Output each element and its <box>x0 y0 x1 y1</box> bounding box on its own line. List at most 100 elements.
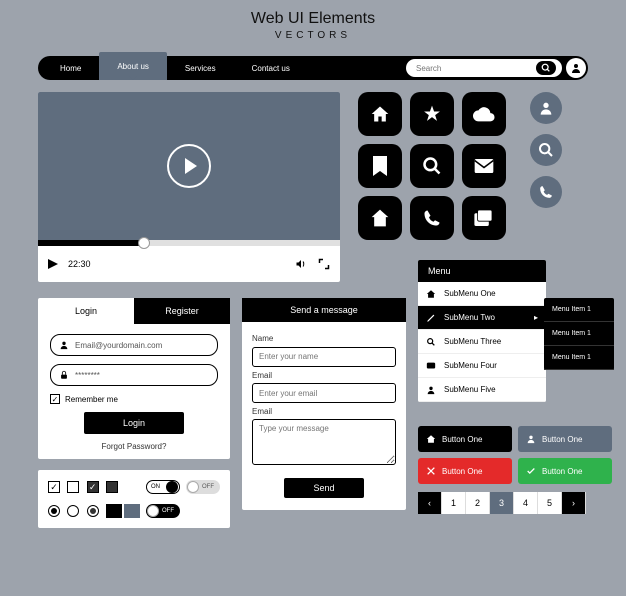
radio-2[interactable] <box>67 505 79 517</box>
star-icon[interactable] <box>410 92 454 136</box>
submenu-1[interactable]: SubMenu One <box>418 282 546 306</box>
remember-label: Remember me <box>65 395 118 404</box>
person-icon <box>59 340 69 350</box>
flyout-menu: Menu Item 1 Menu Item 1 Menu Item 1 <box>544 298 614 370</box>
contact-card: Send a message Name Email Email Send <box>242 298 406 510</box>
check-icon <box>526 466 536 476</box>
radio-3[interactable] <box>87 505 99 517</box>
search-circle-icon[interactable] <box>530 134 562 166</box>
password-placeholder: ******** <box>75 371 100 380</box>
person-icon[interactable] <box>530 92 562 124</box>
toggle-on[interactable]: ON <box>146 480 180 494</box>
phone-icon[interactable] <box>410 196 454 240</box>
submenu-2[interactable]: SubMenu Two▸ <box>418 306 546 330</box>
email-input[interactable] <box>252 383 396 403</box>
checkbox-2[interactable] <box>67 481 79 493</box>
circle-icon-col <box>530 92 562 208</box>
checkbox-1[interactable]: ✓ <box>48 481 60 493</box>
page-5[interactable]: 5 <box>538 492 562 514</box>
video-seekbar[interactable] <box>38 240 340 246</box>
navbar: Home About us Services Contact us <box>38 56 588 80</box>
button-green[interactable]: Button One <box>518 458 612 484</box>
windows-icon[interactable] <box>462 196 506 240</box>
page-3[interactable]: 3 <box>490 492 514 514</box>
search-button[interactable] <box>536 61 556 75</box>
checkbox-4[interactable] <box>106 481 118 493</box>
play-small-icon[interactable] <box>48 259 58 269</box>
search-icon[interactable] <box>410 144 454 188</box>
dropdown-menu: Menu SubMenu One SubMenu Two▸ SubMenu Th… <box>418 260 546 402</box>
fullscreen-icon[interactable] <box>318 258 330 270</box>
page-4[interactable]: 4 <box>514 492 538 514</box>
checkbox-3[interactable]: ✓ <box>87 481 99 493</box>
nav-contact[interactable]: Contact us <box>234 56 308 80</box>
forgot-link[interactable]: Forgot Password? <box>50 442 218 451</box>
contact-title: Send a message <box>242 298 406 322</box>
submenu-4[interactable]: SubMenu Four <box>418 354 546 378</box>
lock-icon <box>59 370 69 380</box>
icon-grid <box>358 92 506 240</box>
email-field[interactable]: Email@yourdomain.com <box>50 334 218 356</box>
home-icon[interactable] <box>358 92 402 136</box>
flyout-item-1[interactable]: Menu Item 1 <box>544 298 614 322</box>
user-avatar[interactable] <box>566 58 586 78</box>
menu-header: Menu <box>418 260 546 282</box>
chevron-right-icon: ▸ <box>534 313 538 322</box>
toggle-off-1[interactable]: OFF <box>186 480 220 494</box>
page-next[interactable]: › <box>562 492 586 514</box>
phone-circle-icon[interactable] <box>530 176 562 208</box>
button-blue[interactable]: Button One <box>518 426 612 452</box>
message-input[interactable] <box>252 419 396 465</box>
login-button[interactable]: Login <box>84 412 184 434</box>
page-subtitle: VECTORS <box>0 30 626 41</box>
cloud-icon[interactable] <box>462 92 506 136</box>
page-1[interactable]: 1 <box>442 492 466 514</box>
video-player: 22:30 <box>38 92 340 282</box>
home-icon <box>426 434 436 444</box>
swatch-blue[interactable] <box>124 504 140 518</box>
name-input[interactable] <box>252 347 396 367</box>
controls-panel: ✓ ✓ ON OFF OFF <box>38 470 230 528</box>
tab-register[interactable]: Register <box>134 298 230 324</box>
volume-icon[interactable] <box>294 258 308 270</box>
mail-icon[interactable] <box>462 144 506 188</box>
swatch-row <box>106 504 140 518</box>
search-box <box>406 59 562 77</box>
house-icon[interactable] <box>358 196 402 240</box>
password-field[interactable]: ******** <box>50 364 218 386</box>
page-title: Web UI Elements <box>0 10 626 28</box>
page-2[interactable]: 2 <box>466 492 490 514</box>
remember-check[interactable]: ✓Remember me <box>50 394 218 404</box>
submenu-3[interactable]: SubMenu Three <box>418 330 546 354</box>
button-red[interactable]: Button One <box>418 458 512 484</box>
nav-services[interactable]: Services <box>167 56 234 80</box>
name-label: Name <box>252 334 396 343</box>
nav-about[interactable]: About us <box>99 52 167 80</box>
search-input[interactable] <box>416 64 536 73</box>
page-prev[interactable]: ‹ <box>418 492 442 514</box>
toggle-off-2[interactable]: OFF <box>146 504 180 518</box>
close-icon <box>426 466 436 476</box>
radio-1[interactable] <box>48 505 60 517</box>
nav-home[interactable]: Home <box>42 56 99 80</box>
swatch-black[interactable] <box>106 504 122 518</box>
email-label: Email <box>252 371 396 380</box>
person-icon <box>426 385 436 395</box>
button-samples: Button One Button One Button One Button … <box>418 426 612 484</box>
person-icon <box>526 434 536 444</box>
video-screen[interactable] <box>38 92 340 240</box>
tab-login[interactable]: Login <box>38 298 134 324</box>
send-button[interactable]: Send <box>284 478 364 498</box>
auth-card: Login Register Email@yourdomain.com ****… <box>38 298 230 459</box>
email-placeholder: Email@yourdomain.com <box>75 341 162 350</box>
search-icon <box>426 337 436 347</box>
pencil-icon <box>426 313 436 323</box>
flyout-item-2[interactable]: Menu Item 1 <box>544 322 614 346</box>
bookmark-icon[interactable] <box>358 144 402 188</box>
play-icon[interactable] <box>167 144 211 188</box>
flyout-item-3[interactable]: Menu Item 1 <box>544 346 614 370</box>
submenu-5[interactable]: SubMenu Five <box>418 378 546 402</box>
video-time: 22:30 <box>68 259 91 269</box>
chat-icon <box>426 361 436 371</box>
button-black[interactable]: Button One <box>418 426 512 452</box>
